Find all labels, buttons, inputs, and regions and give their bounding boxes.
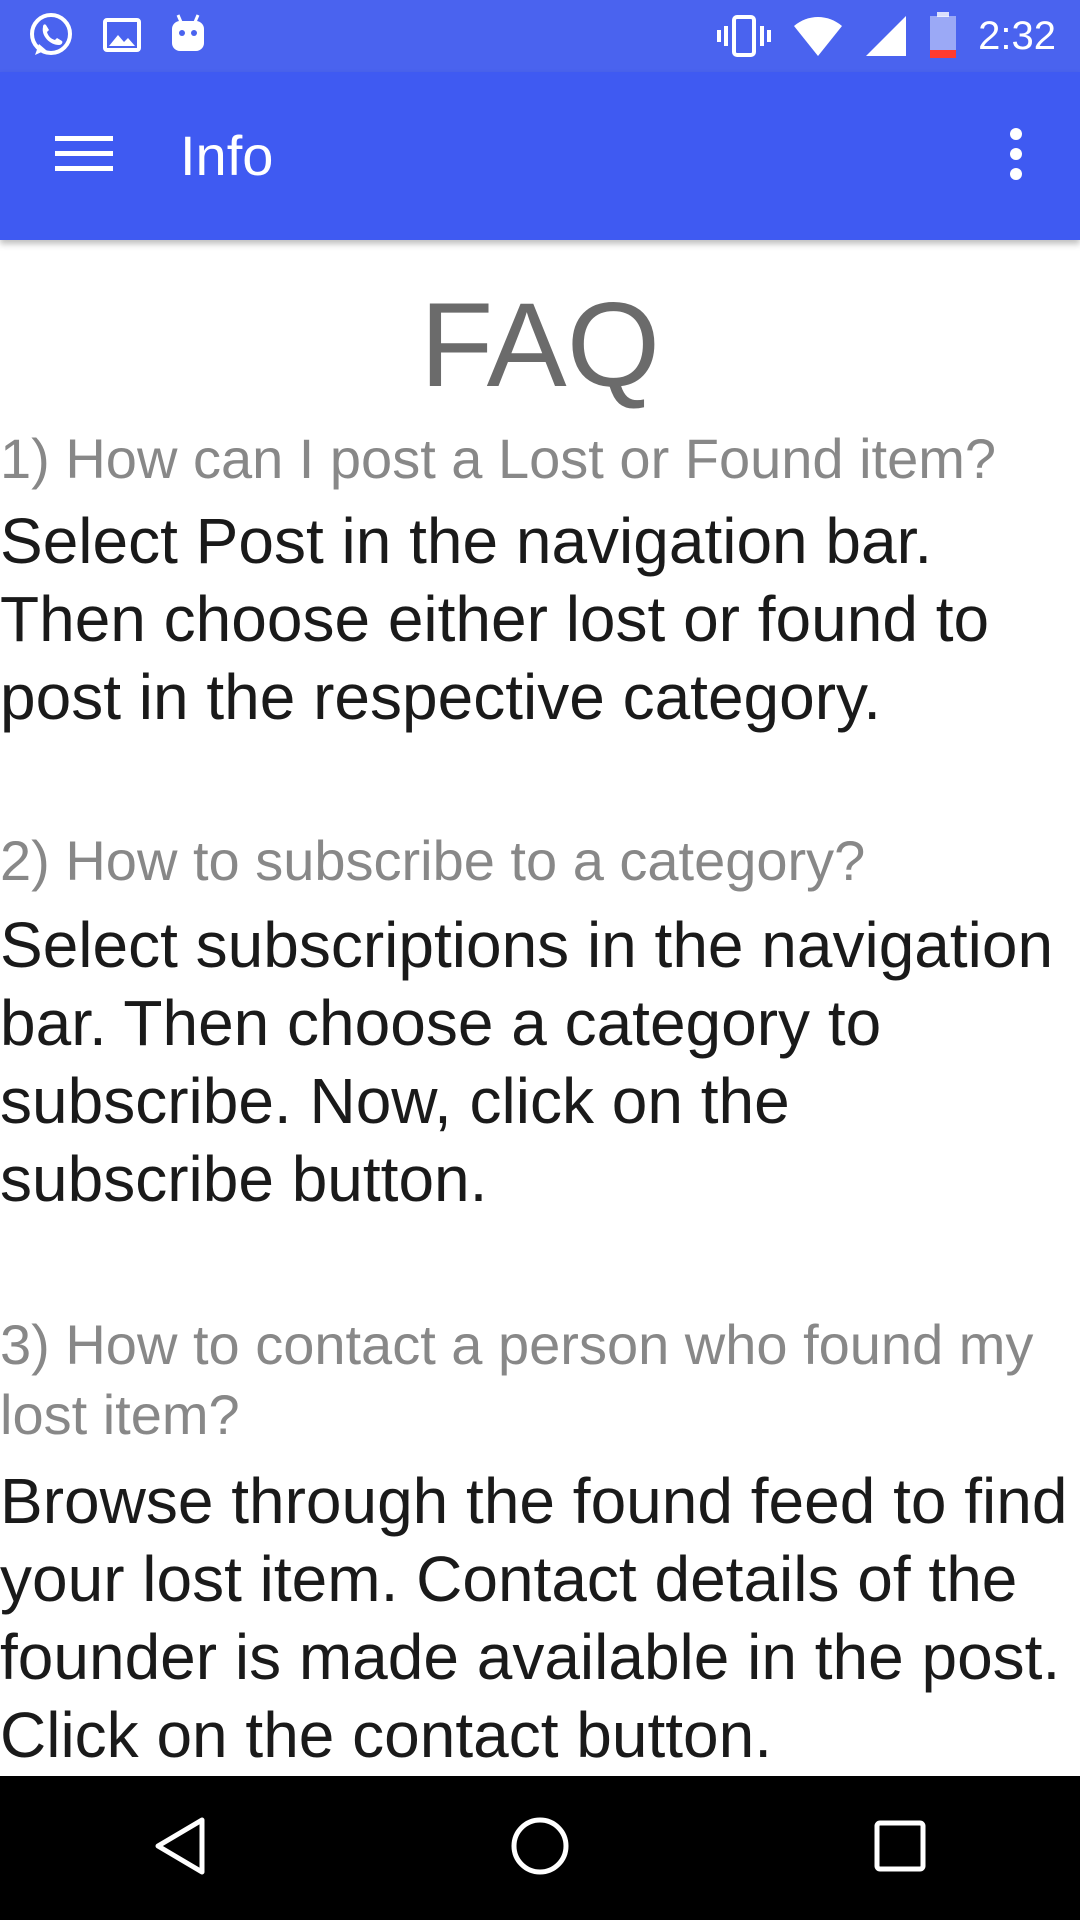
status-bar: 2:32	[0, 0, 1080, 72]
recents-button[interactable]	[840, 1788, 960, 1908]
faq-question-1: 1) How can I post a Lost or Found item?	[0, 427, 997, 490]
whatsapp-icon	[26, 10, 76, 60]
back-icon	[150, 1814, 210, 1882]
home-button[interactable]	[480, 1788, 600, 1908]
nav-drawer-button[interactable]	[40, 112, 128, 200]
app-bar-title: Info	[180, 124, 274, 187]
status-notification-icons	[26, 10, 208, 60]
wifi-icon	[792, 14, 844, 58]
vibrate-icon	[716, 14, 772, 58]
hamburger-menu-icon	[55, 134, 113, 178]
faq-title: FAQ	[419, 278, 661, 412]
faq-content[interactable]: FAQ 1) How can I post a Lost or Found it…	[0, 240, 1080, 1776]
faq-question-3: 3) How to contact a person who found my …	[0, 1313, 1034, 1446]
status-system-icons: 2:32	[716, 10, 1056, 62]
system-nav-bar	[0, 1776, 1080, 1920]
android-icon	[168, 13, 208, 57]
overflow-menu-button[interactable]	[976, 112, 1056, 200]
gallery-icon	[102, 15, 142, 55]
battery-icon	[928, 12, 958, 60]
signal-icon	[864, 14, 908, 58]
back-button[interactable]	[120, 1788, 240, 1908]
faq-answer-2: Select subscriptions in the navigation b…	[0, 909, 1054, 1215]
recents-icon	[872, 1818, 928, 1878]
faq-question-2: 2) How to subscribe to a category?	[0, 829, 866, 892]
faq-answer-3: Browse through the found feed to find yo…	[0, 1465, 1068, 1771]
app-bar: Info	[0, 72, 1080, 240]
status-clock: 2:32	[978, 14, 1056, 58]
faq-answer-1: Select Post in the navigation bar. Then …	[0, 505, 990, 733]
home-icon	[508, 1814, 572, 1882]
more-vert-icon	[1008, 128, 1024, 184]
